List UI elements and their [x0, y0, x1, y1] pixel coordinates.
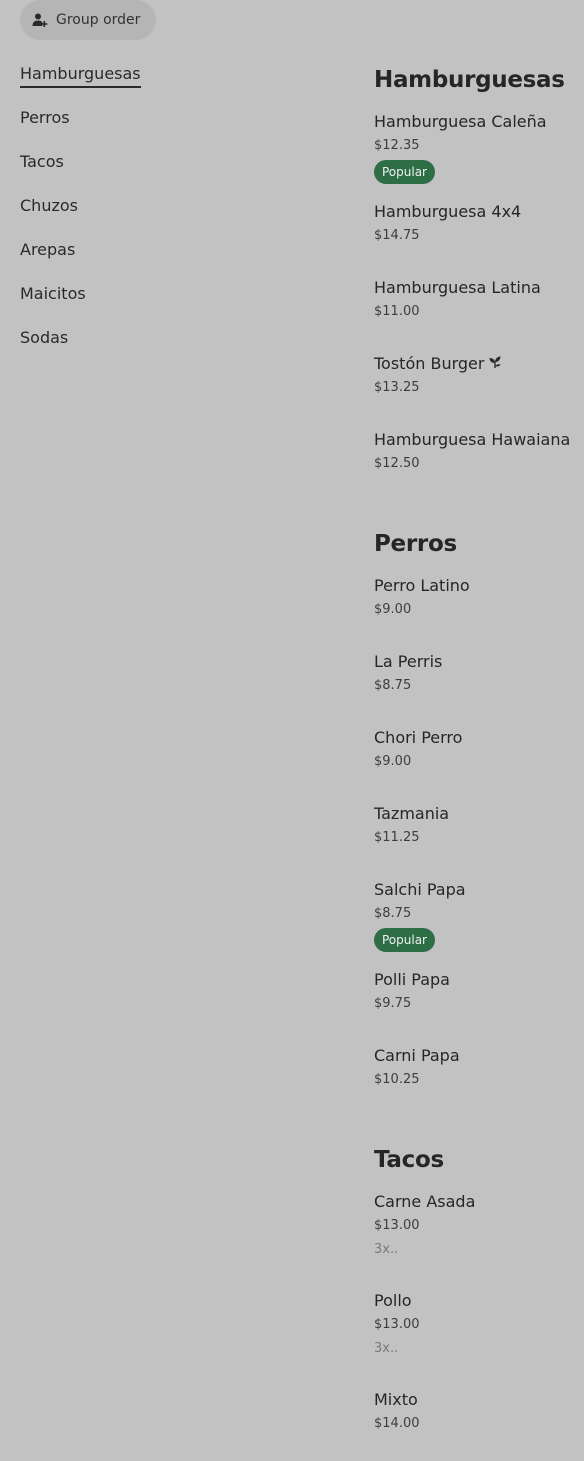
menu-item[interactable]: La Perris $8.75: [374, 650, 584, 697]
item-name: Tostón Burger: [374, 352, 584, 376]
item-name: Chori Perro: [374, 728, 463, 747]
sidebar-item-label: Sodas: [20, 328, 69, 347]
sidebar-item-chuzos[interactable]: Chuzos: [20, 192, 320, 236]
item-name: Hamburguesa Caleña: [374, 112, 547, 131]
category-sidebar: Hamburguesas Perros Tacos Chuzos Arepas …: [20, 60, 320, 368]
menu-item[interactable]: Perro Latino $9.00: [374, 574, 584, 621]
person-add-icon: [32, 12, 48, 28]
sidebar-item-tacos[interactable]: Tacos: [20, 148, 320, 192]
sidebar-item-label: Perros: [20, 108, 70, 127]
item-price: $13.00: [374, 1317, 420, 1332]
sidebar-item-label: Maicitos: [20, 284, 86, 303]
item-description: 3x..: [374, 1341, 399, 1356]
item-price: $8.75: [374, 906, 412, 921]
sidebar-item-arepas[interactable]: Arepas: [20, 236, 320, 280]
item-description: 3x..: [374, 1242, 399, 1257]
menu-item[interactable]: Carne Asada $13.00 3x..: [374, 1190, 584, 1261]
menu-item[interactable]: Polli Papa $9.75: [374, 968, 584, 1015]
sidebar-item-sodas[interactable]: Sodas: [20, 324, 320, 368]
item-price: $14.00: [374, 1416, 420, 1431]
popular-badge: Popular: [374, 160, 435, 184]
menu-item[interactable]: Tazmania $11.25: [374, 802, 584, 849]
item-price: $13.25: [374, 380, 420, 395]
menu-item[interactable]: Carni Papa $10.25: [374, 1044, 584, 1091]
item-name: Pollo: [374, 1291, 412, 1310]
item-name: Perro Latino: [374, 576, 470, 595]
leaf-icon: [488, 352, 502, 376]
menu-item[interactable]: Hamburguesa 4x4 $14.75: [374, 200, 584, 247]
sidebar-item-label: Hamburguesas: [20, 62, 141, 88]
menu-item[interactable]: Hamburguesa Caleña $12.35 Popular: [374, 110, 584, 184]
item-price: $13.00: [374, 1218, 420, 1233]
sidebar-item-hamburguesas[interactable]: Hamburguesas: [20, 60, 320, 104]
item-price: $11.00: [374, 304, 420, 319]
item-price: $8.75: [374, 678, 412, 693]
item-name: La Perris: [374, 652, 443, 671]
menu-item[interactable]: Mixto $14.00: [374, 1388, 584, 1435]
item-price: $12.35: [374, 138, 420, 153]
item-price: $10.25: [374, 1072, 420, 1087]
item-name: Hamburguesa 4x4: [374, 202, 522, 221]
section-title: Hamburguesas: [374, 67, 565, 93]
group-order-label: Group order: [56, 12, 141, 28]
item-price: $12.50: [374, 456, 420, 471]
item-name: Salchi Papa: [374, 880, 466, 899]
menu-list: Hamburguesas Hamburguesa Caleña $12.35 P…: [374, 60, 584, 1435]
item-name: Mixto: [374, 1390, 418, 1409]
item-name: Carne Asada: [374, 1192, 476, 1211]
sidebar-item-label: Chuzos: [20, 196, 78, 215]
item-price: $9.00: [374, 754, 412, 769]
item-name: Hamburguesa Hawaiana: [374, 430, 571, 449]
group-order-button[interactable]: Group order: [20, 0, 157, 40]
item-price: $11.25: [374, 830, 420, 845]
menu-item[interactable]: Pollo $13.00 3x..: [374, 1289, 584, 1360]
item-name: Hamburguesa Latina: [374, 278, 541, 297]
menu-item[interactable]: Hamburguesa Hawaiana $12.50: [374, 428, 584, 475]
item-price: $9.00: [374, 602, 412, 617]
item-name: Carni Papa: [374, 1046, 460, 1065]
item-name: Tazmania: [374, 804, 450, 823]
section-title: Tacos: [374, 1147, 444, 1173]
sidebar-item-perros[interactable]: Perros: [20, 104, 320, 148]
sidebar-item-maicitos[interactable]: Maicitos: [20, 280, 320, 324]
item-price: $9.75: [374, 996, 412, 1011]
item-name-text: Tostón Burger: [374, 354, 485, 373]
item-price: $14.75: [374, 228, 420, 243]
section-title: Perros: [374, 531, 457, 557]
menu-item[interactable]: Salchi Papa $8.75 Popular: [374, 878, 584, 952]
sidebar-item-label: Arepas: [20, 240, 76, 259]
popular-badge: Popular: [374, 928, 435, 952]
menu-item[interactable]: Chori Perro $9.00: [374, 726, 584, 773]
sidebar-item-label: Tacos: [20, 152, 64, 171]
menu-item[interactable]: Tostón Burger $13.25: [374, 352, 584, 399]
item-name: Polli Papa: [374, 970, 450, 989]
menu-item[interactable]: Hamburguesa Latina $11.00: [374, 276, 584, 323]
